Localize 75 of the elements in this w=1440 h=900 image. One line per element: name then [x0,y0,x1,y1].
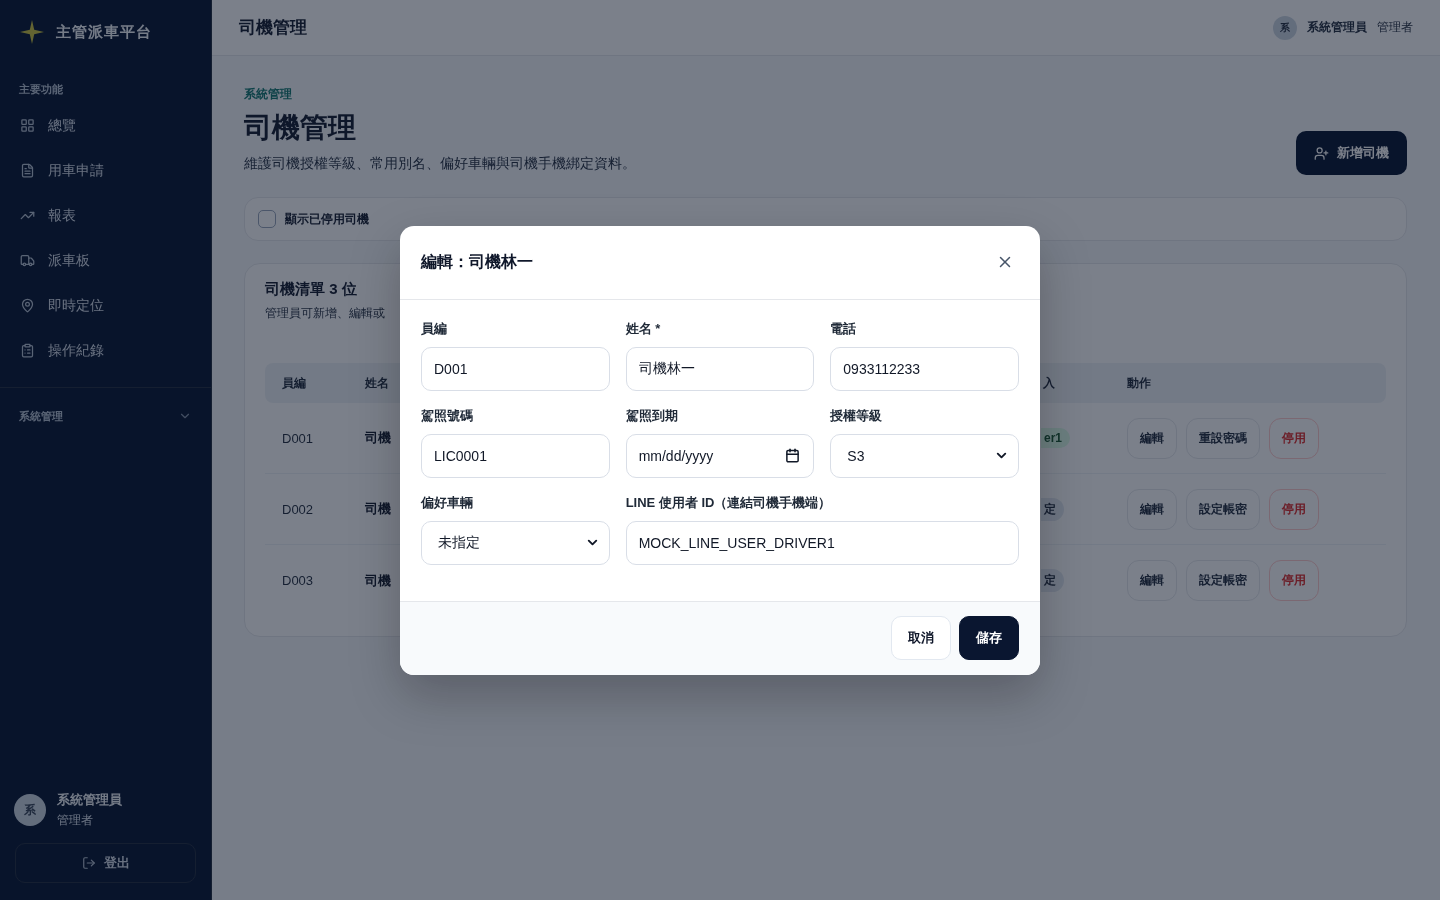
brand-name: 主管派車平台 [56,22,152,42]
page-subtitle: 維護司機授權等級、常用別名、偏好車輛與司機手機綁定資料。 [244,154,636,172]
text-field[interactable]: 0933112233 [830,346,1019,391]
clipboard-icon [20,343,35,358]
field-label: 駕照號碼 [421,406,474,425]
column-header: 姓名 [365,374,389,392]
status-badge: 定 [1041,497,1064,521]
table-cell: D001 [282,430,314,446]
nav-item[interactable]: 派車板 [8,238,203,283]
field-label: 員編 [421,319,448,338]
table-cell: D003 [282,573,314,588]
table-cell: 司機 [365,571,391,590]
action-button[interactable]: 重設密碼 [1186,417,1260,459]
user-name: 系統管理員 [1307,19,1367,36]
disable-button[interactable]: 停用 [1269,488,1319,530]
document-icon [20,163,35,178]
status-badge: er1 [1041,428,1071,448]
breadcrumb: 系統管理 [244,86,293,102]
table-cell: D002 [282,501,314,517]
field-label: 偏好車輛 [421,493,474,512]
add-driver-button[interactable]: 新增司機 [1296,131,1407,175]
calendar-icon [785,447,801,463]
select-field[interactable]: 未指定 [421,520,610,565]
top-bar-title: 司機管理 [239,17,307,39]
field-label: 授權等級 [830,406,884,425]
map-pin-icon [20,298,35,313]
date-field[interactable]: mm/dd/yyyy [625,433,815,478]
card-title: 司機清單 3 位 [265,279,358,299]
text-field[interactable]: MOCK_LINE_USER_DRIVER1 [625,520,1019,565]
card-subtitle: 管理員可新增、編輯或 [265,305,386,321]
field-label: 姓名 * [625,319,662,338]
column-header: 動作 [1127,374,1151,392]
truck-icon [20,253,35,268]
user-name: 系統管理員 [57,791,122,809]
user-avatar: 系 [14,794,46,826]
user-role: 管理者 [1377,19,1413,36]
select-field[interactable]: S3 [830,433,1019,478]
field-label: LINE 使用者 ID（連結司機手機端） [625,493,833,512]
logout-button[interactable]: 登出 [15,843,196,883]
action-button[interactable]: 設定帳密 [1186,488,1260,530]
save-button[interactable]: 儲存 [959,615,1019,660]
action-button[interactable]: 設定帳密 [1186,560,1260,601]
user-avatar: 系 [1273,15,1297,40]
checkbox-label: 顯示已停用司機 [285,210,369,228]
nav-group[interactable]: 系統管理 [0,394,211,438]
cancel-button[interactable]: 取消 [891,615,951,660]
dialog-title: 編輯：司機林一 [421,251,533,272]
table-cell: 司機 [365,500,391,518]
text-field[interactable]: D001 [421,346,610,391]
nav-item[interactable]: 用車申請 [8,148,203,193]
text-field[interactable]: LIC0001 [421,433,610,478]
action-button[interactable]: 編輯 [1127,488,1177,530]
user-role: 管理者 [57,812,94,829]
section-label: 主要功能 [18,82,64,96]
action-button[interactable]: 編輯 [1127,417,1177,459]
field-label: 駕照到期 [625,406,679,425]
page-title: 司機管理 [244,111,357,145]
sparkle-icon [20,20,44,44]
field-label: 電話 [830,319,858,338]
nav-item[interactable]: 即時定位 [8,283,203,328]
disable-button[interactable]: 停用 [1269,417,1319,459]
status-badge: 定 [1041,569,1064,592]
column-header: 員編 [282,374,306,392]
action-button[interactable]: 編輯 [1127,560,1177,601]
table-cell: 司機 [365,429,391,447]
checkbox[interactable] [258,210,276,228]
grid-icon [20,118,35,133]
nav-item[interactable]: 操作紀錄 [8,328,203,373]
nav-item[interactable]: 報表 [8,193,203,238]
column-header: 入 [1043,374,1055,392]
text-field[interactable]: 司機林一 [625,346,815,391]
user-plus-icon [1314,145,1329,161]
nav-item[interactable]: 總覽 [8,103,203,148]
logout-icon [81,856,96,870]
disable-button[interactable]: 停用 [1269,560,1319,601]
